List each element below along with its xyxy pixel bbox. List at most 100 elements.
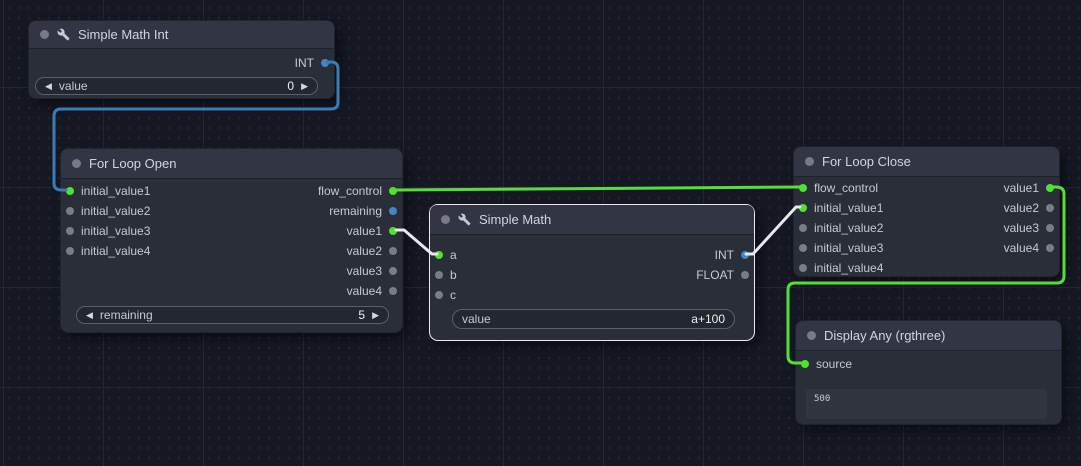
slot-label: flow_control (317, 184, 382, 198)
output-dot[interactable] (1046, 224, 1054, 232)
decrement-arrow-icon[interactable]: ◀ (86, 310, 93, 320)
input-slot-b: b (430, 265, 457, 285)
widget-label: remaining (99, 308, 153, 322)
slot-label: value4 (1003, 241, 1039, 255)
node-simple-math[interactable]: Simple Math a b c INT FLOAT value a+100 (429, 204, 755, 341)
node-display-any[interactable]: Display Any (rgthree) source 500 (795, 320, 1062, 425)
slot-label: value4 (346, 284, 382, 298)
output-slot-value1: value1 (1004, 178, 1059, 198)
node-header[interactable]: Simple Math (430, 205, 754, 235)
value-text-widget[interactable]: value a+100 (452, 309, 735, 329)
input-slot-source: source (796, 354, 852, 374)
remaining-widget[interactable]: ◀ remaining 5 ▶ (76, 306, 389, 324)
slot-label: value2 (1003, 201, 1039, 215)
output-dot[interactable] (389, 267, 397, 275)
output-slot-value1: value1 (318, 221, 402, 241)
node-title: For Loop Close (822, 154, 911, 169)
node-for-loop-open[interactable]: For Loop Open initial_value1 initial_val… (60, 148, 403, 333)
input-slot-initial-value2: initial_value2 (794, 218, 883, 238)
input-dot[interactable] (435, 271, 443, 279)
collapse-dot[interactable] (72, 159, 81, 168)
widget-value: 5 (358, 308, 366, 322)
slot-label: flow_control (814, 181, 879, 195)
slot-label: value1 (1003, 181, 1039, 195)
input-slot-initial-value3: initial_value3 (794, 238, 883, 258)
output-dot[interactable] (389, 187, 397, 195)
value-widget[interactable]: ◀ value 0 ▶ (35, 77, 318, 95)
output-slot-value2: value2 (318, 241, 402, 261)
slot-label: value2 (346, 244, 382, 258)
slot-label: initial_value4 (814, 261, 884, 275)
decrement-arrow-icon[interactable]: ◀ (45, 81, 52, 91)
input-dot[interactable] (799, 244, 807, 252)
output-dot[interactable] (389, 227, 397, 235)
node-title: For Loop Open (89, 156, 177, 171)
output-slot-value2: value2 (1004, 198, 1059, 218)
graph-canvas[interactable]: Simple Math Int INT ◀ value 0 ▶ For Loop… (0, 0, 1081, 466)
input-dot[interactable] (435, 251, 443, 259)
input-dot[interactable] (799, 264, 807, 272)
input-slot-initial-value4: initial_value4 (61, 241, 150, 261)
collapse-dot[interactable] (40, 30, 49, 39)
node-header[interactable]: Simple Math Int (29, 21, 334, 49)
output-dot[interactable] (741, 271, 749, 279)
collapse-dot[interactable] (807, 331, 816, 340)
slot-label: a (450, 248, 457, 262)
input-dot[interactable] (799, 204, 807, 212)
output-dot[interactable] (1046, 204, 1054, 212)
slot-label: initial_value2 (814, 221, 884, 235)
output-slot-value4: value4 (1004, 238, 1059, 258)
input-slot-initial-value4: initial_value4 (794, 258, 883, 278)
output-slot-int: INT (696, 245, 754, 265)
output-dot[interactable] (389, 207, 397, 215)
display-output-text: 500 (806, 389, 1047, 419)
node-header[interactable]: For Loop Open (61, 149, 402, 179)
input-dot[interactable] (66, 207, 74, 215)
output-slot-remaining: remaining (318, 201, 402, 221)
input-slot-a: a (430, 245, 457, 265)
input-dot[interactable] (435, 291, 443, 299)
node-title: Simple Math Int (78, 27, 169, 42)
increment-arrow-icon[interactable]: ▶ (372, 310, 379, 320)
output-slot-value3: value3 (1004, 218, 1059, 238)
output-slot-int: INT (29, 53, 334, 73)
node-simple-math-int[interactable]: Simple Math Int INT ◀ value 0 ▶ (28, 20, 335, 99)
slot-label: b (450, 268, 457, 282)
output-dot[interactable] (389, 287, 397, 295)
slot-label: initial_value4 (81, 244, 151, 258)
slot-label: initial_value3 (81, 224, 151, 238)
slot-label: value3 (346, 264, 382, 278)
slot-label: remaining (329, 204, 382, 218)
node-header[interactable]: For Loop Close (794, 147, 1059, 177)
slot-label: c (450, 288, 456, 302)
input-dot[interactable] (66, 227, 74, 235)
slot-label: source (816, 357, 853, 371)
wrench-icon (57, 28, 70, 41)
increment-arrow-icon[interactable]: ▶ (301, 81, 308, 91)
output-dot[interactable] (1046, 244, 1054, 252)
input-dot[interactable] (799, 224, 807, 232)
collapse-dot[interactable] (441, 215, 450, 224)
output-slot-value4: value4 (318, 281, 402, 301)
output-dot[interactable] (741, 251, 749, 259)
widget-value: 0 (287, 79, 295, 93)
slot-label: initial_value1 (814, 201, 884, 215)
output-dot[interactable] (1046, 184, 1054, 192)
widget-label: value (462, 312, 491, 326)
node-for-loop-close[interactable]: For Loop Close flow_control initial_valu… (793, 146, 1060, 277)
output-dot[interactable] (389, 247, 397, 255)
output-slot-value3: value3 (318, 261, 402, 281)
input-slot-initial-value2: initial_value2 (61, 201, 150, 221)
slot-label: initial_value1 (81, 184, 151, 198)
node-header[interactable]: Display Any (rgthree) (796, 321, 1061, 351)
input-dot[interactable] (799, 184, 807, 192)
wrench-icon (458, 213, 471, 226)
wire-flo-flow-control-to-flc (394, 185, 802, 192)
input-slot-initial-value3: initial_value3 (61, 221, 150, 241)
collapse-dot[interactable] (805, 157, 814, 166)
input-dot[interactable] (66, 187, 74, 195)
input-dot[interactable] (66, 247, 74, 255)
input-dot[interactable] (801, 360, 809, 368)
node-title: Simple Math (479, 212, 552, 227)
output-dot[interactable] (321, 59, 329, 67)
